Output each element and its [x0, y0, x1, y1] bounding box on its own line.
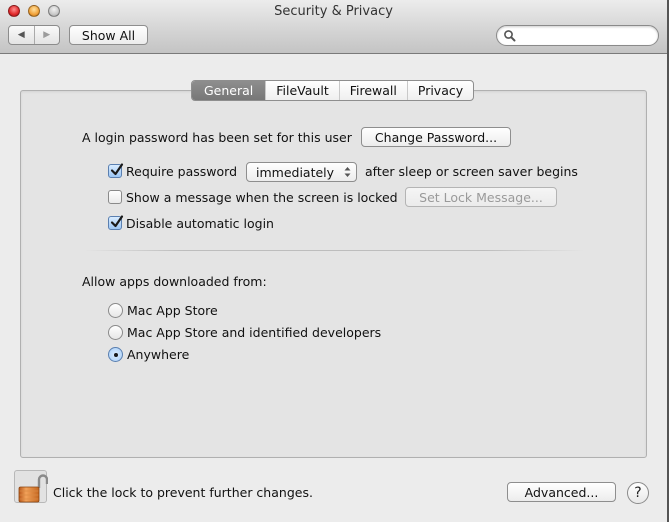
checkmark-icon — [110, 215, 124, 228]
radio-identified-developers-label: Mac App Store and identified developers — [127, 325, 382, 340]
radio-mac-app-store-identified-developers[interactable] — [108, 325, 123, 340]
radio-anywhere-label: Anywhere — [127, 347, 190, 362]
require-password-suffix: after sleep or screen saver begins — [365, 164, 578, 179]
checkmark-icon — [110, 163, 124, 176]
require-password-delay-value: immediately — [256, 164, 335, 180]
help-button[interactable]: ? — [627, 482, 649, 504]
tab-privacy[interactable]: Privacy — [406, 81, 473, 100]
require-password-label: Require password — [126, 164, 238, 179]
radio-anywhere[interactable] — [108, 347, 123, 362]
back-button[interactable]: ◀ — [9, 26, 35, 44]
back-arrow-icon: ◀ — [17, 30, 25, 40]
forward-arrow-icon: ▶ — [43, 30, 51, 40]
advanced-button[interactable]: Advanced... — [507, 482, 616, 502]
lock-button[interactable] — [14, 470, 49, 503]
radio-mac-app-store-label: Mac App Store — [127, 303, 218, 318]
radio-mac-app-store[interactable] — [108, 303, 123, 318]
search-input[interactable] — [519, 28, 653, 43]
titlebar: Security & Privacy ◀ ▶ Show All — [0, 0, 667, 54]
tab-general[interactable]: General — [192, 81, 266, 100]
show-lock-message-checkbox[interactable] — [108, 190, 122, 204]
require-password-delay-select[interactable]: immediately — [246, 162, 357, 182]
show-lock-message-label: Show a message when the screen is locked — [126, 190, 398, 205]
forward-button[interactable]: ▶ — [35, 26, 60, 44]
disable-automatic-login-checkbox[interactable] — [108, 215, 124, 230]
set-lock-message-button[interactable]: Set Lock Message... — [405, 187, 557, 207]
window-title: Security & Privacy — [274, 4, 393, 19]
allow-apps-label: Allow apps downloaded from: — [82, 274, 267, 289]
disable-automatic-login-label: Disable automatic login — [126, 216, 274, 231]
lock-status-text: Click the lock to prevent further change… — [53, 485, 313, 500]
security-privacy-window: Security & Privacy ◀ ▶ Show All General … — [0, 0, 669, 522]
require-password-checkbox[interactable] — [108, 163, 124, 178]
search-icon — [504, 30, 516, 42]
back-forward-control: ◀ ▶ — [8, 25, 60, 45]
login-password-label: A login password has been set for this u… — [82, 130, 352, 145]
unlocked-padlock-icon — [18, 474, 49, 503]
tab-filevault[interactable]: FileVault — [265, 81, 338, 100]
search-field[interactable] — [496, 25, 659, 46]
change-password-button[interactable]: Change Password... — [361, 127, 511, 147]
tab-bar: General FileVault Firewall Privacy — [191, 80, 475, 101]
tab-firewall[interactable]: Firewall — [338, 81, 407, 100]
updown-arrows-icon — [344, 167, 351, 177]
show-all-button[interactable]: Show All — [69, 25, 148, 45]
section-separator — [84, 250, 584, 251]
help-icon: ? — [634, 485, 642, 501]
